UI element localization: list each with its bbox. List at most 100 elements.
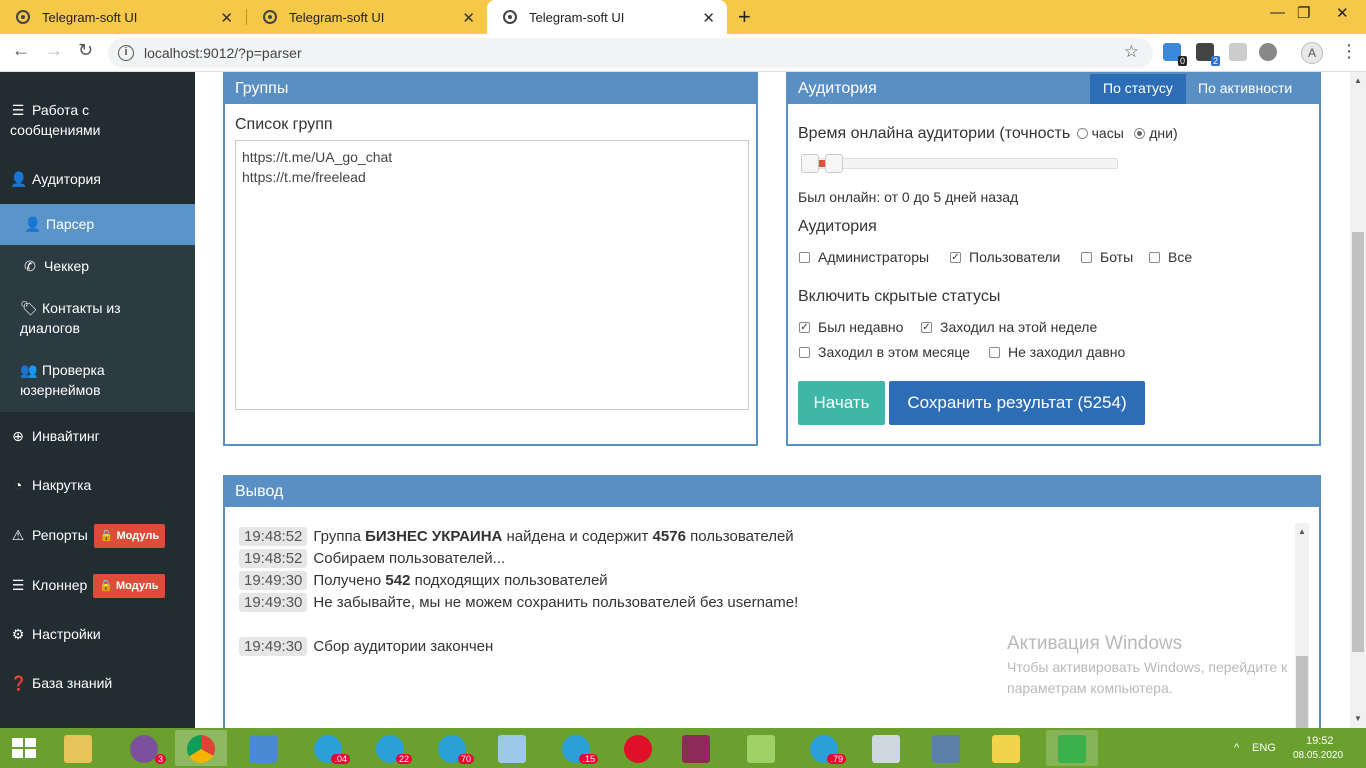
site-info-icon[interactable]: i	[118, 45, 134, 61]
checkbox-this-week[interactable]: ✓	[921, 322, 932, 333]
checkbox-all[interactable]	[1149, 252, 1160, 263]
winrar-icon[interactable]	[670, 730, 722, 766]
explorer-icon[interactable]	[52, 730, 104, 766]
tab-close-icon[interactable]: ✕	[702, 9, 715, 27]
window-close-icon[interactable]: ✕	[1336, 4, 1349, 22]
online-range-text: Был онлайн: от 0 до 5 дней назад	[798, 189, 1019, 205]
telegram-icon[interactable]: .04	[302, 730, 354, 766]
users-icon: 👥	[20, 362, 38, 378]
browser-menu-icon[interactable]: ⋮	[1340, 41, 1358, 62]
minimize-icon[interactable]: —	[1270, 4, 1285, 21]
sidebar-item-contacts[interactable]: 🏷 Контакты из диалогов	[0, 298, 195, 338]
user-icon: 👤	[10, 171, 28, 187]
browser-tab-3-active[interactable]: Telegram-soft UI ✕	[487, 0, 727, 34]
extension-icon[interactable]: 2	[1196, 43, 1220, 66]
sidebar-item-knowledge-base[interactable]: ❓ База знаний	[0, 673, 195, 693]
radio-hours[interactable]	[1076, 128, 1088, 139]
telegram-icon[interactable]: .79	[798, 730, 850, 766]
new-tab-button[interactable]: +	[738, 4, 751, 30]
forward-icon[interactable]: →	[45, 40, 63, 61]
sidebar-item-settings[interactable]: ⚙ Настройки	[0, 624, 195, 644]
sidebar-item-inviting[interactable]: ⊕ Инвайтинг	[0, 426, 195, 446]
address-bar[interactable]: i localhost:9012/?p=parser ☆	[108, 38, 1153, 68]
tab-by-activity[interactable]: По активности	[1185, 74, 1305, 104]
browser-tab-2[interactable]: Telegram-soft UI ✕	[247, 0, 487, 34]
save-result-button[interactable]: Сохранить результат (5254)	[889, 381, 1145, 425]
checkbox-bots[interactable]	[1081, 252, 1092, 263]
tab-favicon-icon	[503, 10, 517, 24]
calculator-icon[interactable]	[920, 730, 972, 766]
tab-close-icon[interactable]: ✕	[462, 9, 475, 27]
slider-handle-min[interactable]	[801, 154, 819, 173]
clock-time[interactable]: 19:52	[1306, 735, 1334, 747]
output-panel: Вывод ▲ 19:48:52 Группа БИЗНЕС УКРАИНА на…	[223, 475, 1321, 740]
extension-icon[interactable]	[1259, 43, 1277, 61]
radio-days[interactable]	[1134, 128, 1146, 139]
monitor-icon[interactable]	[860, 730, 912, 766]
extension-icon[interactable]	[1229, 43, 1247, 61]
viber-icon[interactable]: 3	[118, 730, 170, 766]
control-panel-icon[interactable]	[237, 730, 289, 766]
sidebar-item-audience[interactable]: 👤 Аудитория	[0, 169, 195, 189]
lock-icon: 🔒	[99, 580, 113, 592]
tab-by-status[interactable]: По статусу	[1090, 74, 1186, 104]
scroll-down-icon[interactable]: ▼	[1354, 714, 1362, 723]
slider-handle-max[interactable]	[825, 154, 843, 173]
tab-title: Telegram-soft UI	[289, 9, 385, 25]
checkbox-label: Не заходил давно	[1008, 344, 1126, 360]
page-scrollbar[interactable]: ▲ ▼	[1350, 72, 1366, 728]
sidebar-item-messages[interactable]: ☰ Работа с сообщениями	[0, 100, 195, 140]
groups-list-input[interactable]	[235, 140, 749, 410]
profile-avatar[interactable]: A	[1301, 42, 1323, 64]
camtasia-icon[interactable]	[1046, 730, 1098, 766]
sidebar-item-parser[interactable]: 👤 Парсер	[0, 204, 195, 245]
notepad-plus-icon[interactable]	[735, 730, 787, 766]
sidebar-item-reports[interactable]: ⚠ Репорты 🔒 Модуль	[0, 524, 195, 548]
online-range-slider[interactable]	[801, 154, 1118, 173]
reload-icon[interactable]: ↻	[78, 40, 93, 61]
sidebar-item-boost[interactable]: ◔ Накрутка	[0, 475, 195, 495]
checkbox-this-month[interactable]	[799, 347, 810, 358]
chrome-icon[interactable]	[175, 730, 227, 766]
page-scrollbar-thumb[interactable]	[1352, 232, 1364, 652]
checkbox-admins[interactable]	[799, 252, 810, 263]
audience-panel: Аудитория По статусу По активности Время…	[786, 72, 1321, 446]
sidebar-item-checker[interactable]: ✆ Чеккер	[0, 256, 195, 276]
sidebar-item-cloner[interactable]: ☰ Клоннер 🔒 Модуль	[0, 574, 195, 598]
scroll-up-icon[interactable]: ▲	[1298, 527, 1306, 536]
checkbox-long-ago[interactable]	[989, 347, 1000, 358]
audience-section-title: Аудитория	[798, 218, 877, 235]
checkbox-recently[interactable]: ✓	[799, 322, 810, 333]
clock-date[interactable]: 08.05.2020	[1293, 750, 1343, 761]
windows-start-icon[interactable]	[12, 738, 36, 758]
bookmark-star-icon[interactable]: ☆	[1124, 42, 1139, 62]
sidebar-item-usernames[interactable]: 👥 Проверка юзернеймов	[0, 360, 195, 400]
extension-icon[interactable]: 0	[1163, 43, 1187, 66]
tab-title: Telegram-soft UI	[529, 9, 625, 25]
plus-circle-icon: ⊕	[12, 428, 24, 444]
show-hidden-icons[interactable]: ^	[1234, 742, 1239, 754]
log-timestamp: 19:49:30	[239, 637, 308, 656]
scroll-up-icon[interactable]: ▲	[1354, 76, 1362, 85]
notes-icon[interactable]	[486, 730, 538, 766]
start-button[interactable]: Начать	[798, 381, 885, 425]
telegram-icon[interactable]: 22	[364, 730, 416, 766]
checkbox-label: Пользователи	[969, 249, 1061, 265]
opera-icon[interactable]	[612, 730, 664, 766]
browser-tab-1[interactable]: Telegram-soft UI ✕	[0, 0, 245, 34]
question-icon: ❓	[10, 675, 28, 691]
url-text: localhost:9012/?p=parser	[144, 45, 302, 61]
log-timestamp: 19:48:52	[239, 527, 308, 546]
back-icon[interactable]: ←	[12, 40, 30, 61]
tab-close-icon[interactable]: ✕	[220, 9, 233, 27]
python-icon[interactable]	[980, 730, 1032, 766]
tab-favicon-icon	[16, 10, 30, 24]
output-scrollbar[interactable]: ▲	[1295, 523, 1309, 733]
language-indicator[interactable]: ENG	[1252, 742, 1276, 754]
checkbox-users[interactable]: ✓	[950, 252, 961, 263]
telegram-icon[interactable]: 70	[426, 730, 478, 766]
telegram-icon[interactable]: .15	[550, 730, 602, 766]
checkbox-label: Боты	[1100, 249, 1134, 265]
maximize-icon[interactable]: ❐	[1297, 4, 1310, 22]
module-badge: 🔒 Модуль	[93, 524, 166, 548]
